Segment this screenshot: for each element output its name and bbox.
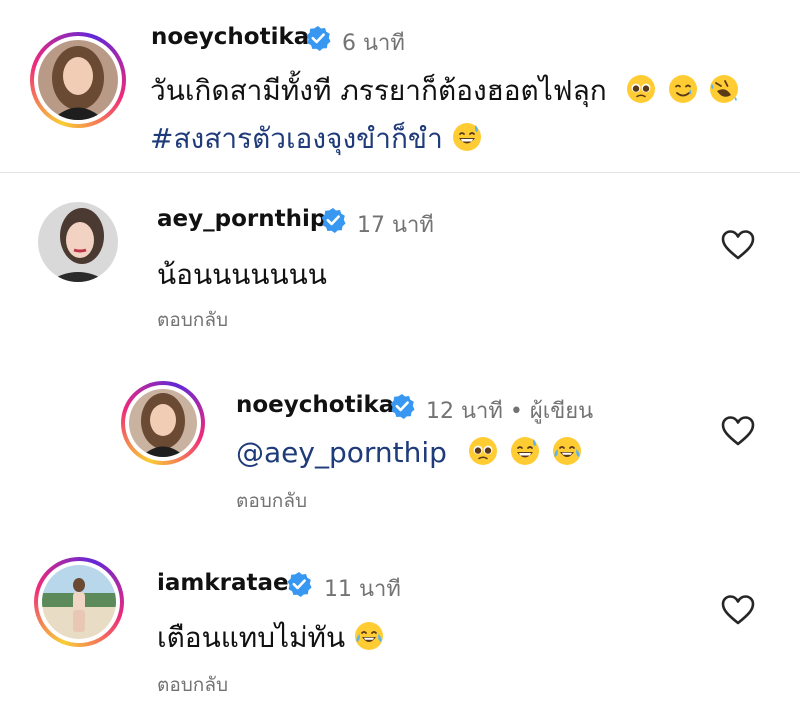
avatar-photo — [42, 565, 116, 639]
reply-button[interactable]: ตอบกลับ — [157, 305, 228, 335]
comment-username[interactable]: noeychotika — [236, 392, 394, 418]
reply-button[interactable]: ตอบกลับ — [236, 486, 307, 516]
comment-avatar[interactable] — [121, 381, 205, 465]
smiling-with-tear-emoji — [668, 74, 698, 104]
verified-badge-icon — [305, 25, 331, 51]
comment-time: 12 นาที • ผู้เขียน — [426, 399, 594, 424]
comment-username[interactable]: aey_pornthip — [157, 206, 326, 232]
grinning-sweat-emoji — [452, 122, 482, 152]
comment-username[interactable]: iamkratae — [157, 570, 289, 596]
comment-text-line: เตือนแทบไม่ทัน — [157, 616, 384, 660]
avatar-photo — [38, 202, 118, 282]
comment-time: 11 นาที — [324, 577, 401, 602]
tears-of-joy-emoji — [552, 436, 582, 466]
comment-avatar[interactable] — [38, 202, 118, 282]
grinning-sweat-emoji — [510, 436, 540, 466]
avatar-photo — [129, 389, 197, 457]
reply-button[interactable]: ตอบกลับ — [157, 670, 228, 700]
heart-outline-icon[interactable] — [721, 229, 755, 261]
comment-time: 17 นาที — [357, 213, 434, 238]
hashtag-link[interactable]: #สงสารตัวเองจุงขำก็ขำ — [150, 122, 443, 155]
pleading-face-emoji — [468, 436, 498, 466]
caption-line-1: วันเกิดสามีทั้งที ภรรยาก็ต้องฮอตไฟลุก — [150, 69, 739, 113]
caption-line-2: #สงสารตัวเองจุงขำก็ขำ — [150, 117, 482, 161]
caption-avatar[interactable] — [30, 32, 126, 128]
verified-badge-icon — [320, 207, 346, 233]
comment-text: เตือนแทบไม่ทัน — [157, 621, 346, 654]
rolling-laughing-emoji — [709, 74, 739, 104]
avatar-photo — [38, 40, 118, 120]
tears-of-joy-emoji — [354, 621, 384, 651]
comment-text: น้อนนนนนนน — [157, 258, 327, 291]
heart-outline-icon[interactable] — [721, 415, 755, 447]
verified-badge-icon — [389, 393, 415, 419]
verified-badge-icon — [286, 571, 312, 597]
caption-text: วันเกิดสามีทั้งที ภรรยาก็ต้องฮอตไฟลุก — [150, 74, 607, 107]
mention-link[interactable]: @aey_pornthip — [236, 436, 447, 469]
pleading-face-emoji — [626, 74, 656, 104]
post-caption: noeychotika 6 นาที วันเกิดสามีทั้งที ภรร… — [0, 0, 800, 172]
comment-avatar[interactable] — [34, 557, 124, 647]
caption-time: 6 นาที — [342, 31, 405, 56]
comment-text: @aey_pornthip — [236, 436, 582, 469]
heart-outline-icon[interactable] — [721, 594, 755, 626]
divider — [0, 172, 800, 173]
caption-username[interactable]: noeychotika — [151, 24, 309, 50]
